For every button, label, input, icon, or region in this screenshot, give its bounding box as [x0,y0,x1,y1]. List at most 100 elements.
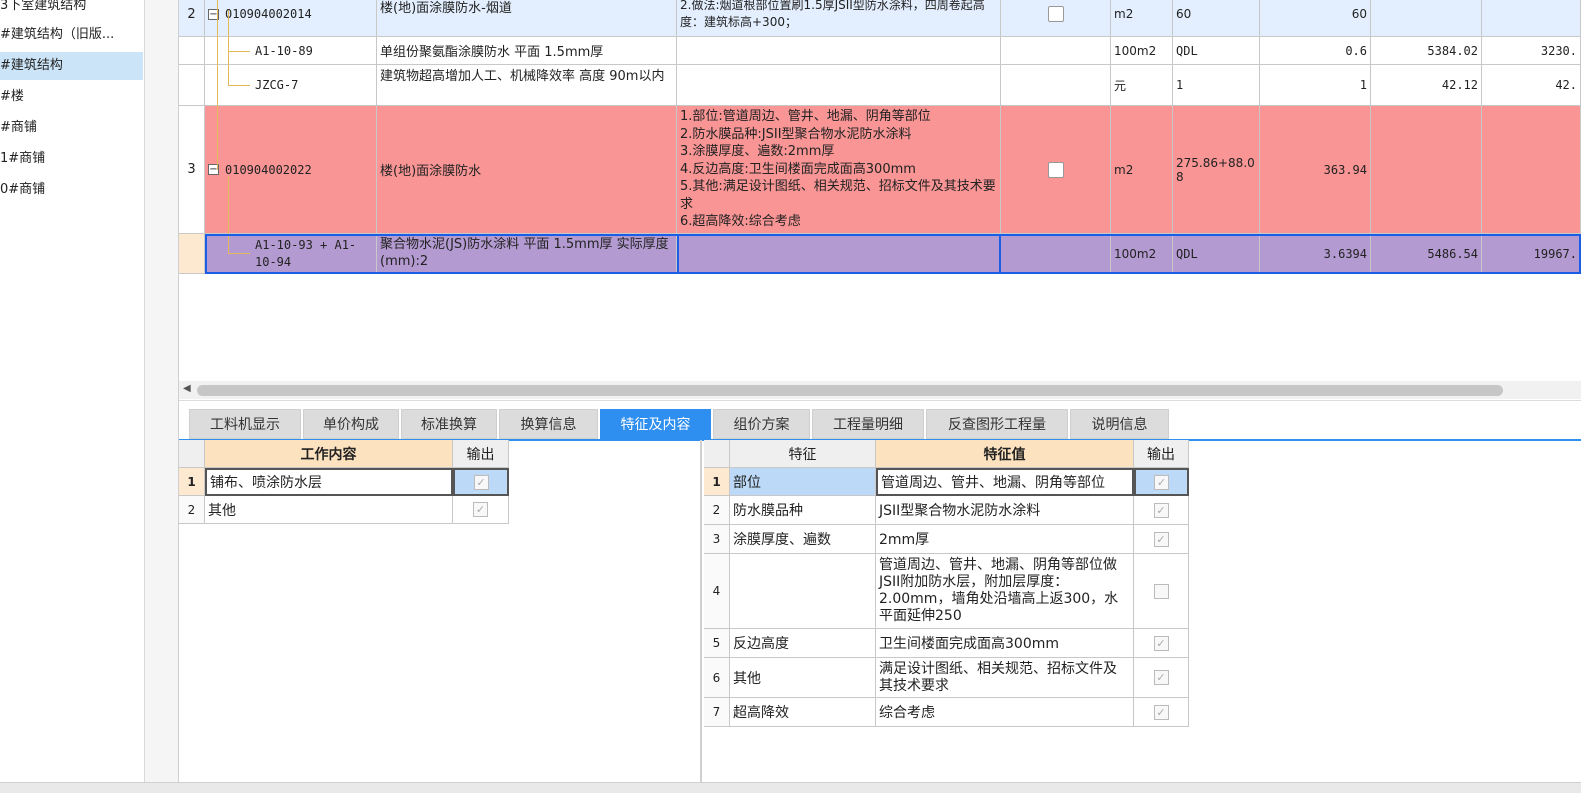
qty-cell[interactable]: 60 [1260,0,1371,37]
qty-cell[interactable]: 3.6394 [1260,234,1371,274]
tab-reverse-graphic-quantity[interactable]: 反查图形工程量 [926,409,1068,439]
feature-value-cell[interactable]: 满足设计图纸、相关规范、招标文件及其技术要求 [876,658,1134,698]
price-cell[interactable] [1371,106,1482,234]
unit-cell[interactable]: m2 [1111,0,1173,37]
feature-name-cell[interactable]: 反边高度 [730,629,876,658]
checkbox-cell[interactable] [1001,106,1111,234]
tab-labor-material-machine[interactable]: 工料机显示 [189,409,301,439]
output-checkbox-cell[interactable]: ✓ [1134,629,1189,658]
feature-value-input[interactable]: 管道周边、管井、地漏、阴角等部位 [876,468,1134,496]
expr-cell[interactable]: QDL [1173,37,1260,65]
checkbox[interactable] [1047,6,1064,22]
qty-cell[interactable]: 363.94 [1260,106,1371,234]
checkbox-checked-icon[interactable]: ✓ [1153,670,1169,685]
horizontal-scrollbar[interactable]: ◀ [179,381,1581,399]
feature-name-cell[interactable]: 部位 [730,468,876,496]
code-cell[interactable]: − 010904002014 [205,0,377,37]
tab-quantity-details[interactable]: 工程量明细 [812,409,924,439]
checkbox-checked-icon[interactable]: ✓ [1153,635,1169,651]
desc-cell[interactable]: 2.做法:烟道根部位置刷1.5厚JSII型防水涂料，四周卷起高度：建筑标高+30… [677,0,1001,37]
feature-value-cell[interactable]: 综合考虑 [876,698,1134,727]
table-row[interactable]: 2 − 010904002014 楼(地)面涂膜防水-烟道 2.做法:烟道根部位… [179,0,1581,37]
sidebar-item[interactable]: 1#商铺 [0,145,143,173]
feature-name-cell[interactable]: 超高降效 [730,698,876,727]
feature-value-cell[interactable]: JSII型聚合物水泥防水涂料 [876,496,1134,525]
checkbox-checked-icon[interactable]: ✓ [1153,704,1169,720]
feature-value-cell[interactable]: 卫生间楼面完成面高300mm [876,629,1134,658]
table-row-selected[interactable]: A1-10-93 + A1-10-94 聚合物水泥(JS)防水涂料 平面 1.5… [179,234,1581,274]
desc-cell[interactable] [677,65,1001,106]
name-cell[interactable]: 楼(地)面涂膜防水-烟道 [377,0,677,37]
expr-cell[interactable]: 275.86+88.08 [1173,106,1260,234]
checkbox-checked-icon[interactable]: ✓ [1154,474,1169,490]
sidebar-item[interactable]: 3下室建筑结构 [0,0,143,20]
checkbox-checked-icon[interactable]: ✓ [473,474,489,490]
feature-name-cell[interactable]: 防水膜品种 [730,496,876,525]
output-checkbox-cell[interactable]: ✓ [1134,496,1189,525]
table-row[interactable]: 3 − 010904002022 楼(地)面涂膜防水 1.部位:管道周边、管井、… [179,106,1581,234]
feature-value-cell[interactable]: 管道周边、管井、地漏、阴角等部位做JSII附加防水层，附加层厚度：2.00mm，… [876,554,1134,629]
tab-conversion-info[interactable]: 换算信息 [499,409,598,439]
tab-features-content[interactable]: 特征及内容 [600,409,711,439]
feature-name-cell[interactable]: 涂膜厚度、遍数 [730,525,876,554]
checkbox[interactable] [1047,161,1064,178]
table-row[interactable]: A1-10-89 单组份聚氨酯涂膜防水 平面 1.5mm厚 100m2 QDL … [179,37,1581,65]
scroll-left-arrow-icon[interactable]: ◀ [183,383,191,394]
unit-cell[interactable]: 元 [1111,65,1173,106]
total-cell[interactable]: 3230. [1482,37,1581,65]
work-content-cell[interactable]: 其他 [205,496,453,524]
name-cell[interactable]: 楼(地)面涂膜防水 [377,106,677,234]
sidebar-item[interactable]: #楼 [0,83,143,111]
total-cell[interactable]: 19967. [1482,234,1581,274]
tab-pricing-plan[interactable]: 组价方案 [713,409,810,439]
output-checkbox-cell[interactable] [1134,554,1189,629]
tab-unit-price[interactable]: 单价构成 [303,409,399,439]
tab-standard-conversion[interactable]: 标准换算 [401,409,497,439]
price-cell[interactable] [1371,0,1482,37]
checkbox-unchecked-icon[interactable] [1153,583,1169,599]
price-cell[interactable]: 5486.54 [1371,234,1482,274]
name-cell[interactable]: 单组份聚氨酯涂膜防水 平面 1.5mm厚 [377,37,677,65]
checkbox-cell[interactable] [1001,0,1111,37]
feature-name-cell[interactable]: 其他 [730,658,876,698]
total-cell[interactable] [1482,106,1581,234]
sidebar-item-selected[interactable]: #建筑结构 [0,52,143,80]
checkbox-checked-icon[interactable]: ✓ [1153,531,1169,547]
sidebar-item[interactable]: #建筑结构（旧版... [0,21,143,49]
qty-cell[interactable]: 1 [1260,65,1371,106]
qty-cell[interactable]: 0.6 [1260,37,1371,65]
feature-name-cell[interactable] [730,554,876,629]
checkbox-checked-icon[interactable]: ✓ [1153,502,1169,518]
checkbox-checked-icon[interactable]: ✓ [473,502,488,517]
total-cell[interactable] [1482,0,1581,37]
code-cell[interactable]: A1-10-93 + A1-10-94 [205,234,377,274]
feature-value-cell[interactable]: 2mm厚 [876,525,1134,554]
output-checkbox-cell[interactable]: ✓ [1134,525,1189,554]
name-cell[interactable]: 建筑物超高增加人工、机械降效率 高度 90m以内 [377,65,677,106]
unit-cell[interactable]: 100m2 [1111,234,1173,274]
output-checkbox-cell[interactable]: ✓ [1134,698,1189,727]
unit-cell[interactable]: m2 [1111,106,1173,234]
table-row[interactable]: JZCG-7 建筑物超高增加人工、机械降效率 高度 90m以内 元 1 1 42… [179,65,1581,106]
expr-cell[interactable]: 1 [1173,65,1260,106]
sidebar-item[interactable]: #商铺 [0,114,143,142]
desc-cell[interactable] [677,37,1001,65]
price-cell[interactable]: 5384.02 [1371,37,1482,65]
desc-cell[interactable] [677,234,1001,274]
panel-splitter[interactable] [700,440,702,782]
output-checkbox-cell[interactable]: ✓ [453,496,509,524]
work-content-input[interactable]: 铺布、喷涂防水层 [205,468,453,496]
name-cell[interactable]: 聚合物水泥(JS)防水涂料 平面 1.5mm厚 实际厚度(mm):2 [377,234,677,274]
tab-description[interactable]: 说明信息 [1070,409,1169,439]
desc-cell[interactable]: 1.部位:管道周边、管井、地漏、阴角等部位 2.防水膜品种:JSII型聚合物水泥… [677,106,1001,234]
expr-cell[interactable]: 60 [1173,0,1260,37]
scrollbar-thumb[interactable] [197,385,1503,396]
total-cell[interactable]: 42. [1482,65,1581,106]
sidebar-item[interactable]: 0#商铺 [0,176,143,204]
unit-cell[interactable]: 100m2 [1111,37,1173,65]
output-checkbox-cell[interactable]: ✓ [1134,468,1189,496]
output-checkbox-cell[interactable]: ✓ [1134,658,1189,698]
code-cell[interactable]: − 010904002022 [205,106,377,234]
expr-cell[interactable]: QDL [1173,234,1260,274]
price-cell[interactable]: 42.12 [1371,65,1482,106]
